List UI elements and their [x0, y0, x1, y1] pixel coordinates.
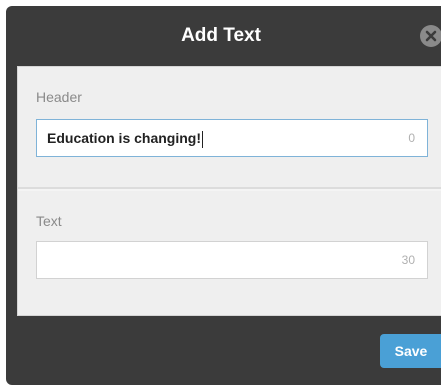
header-char-counter: 0: [408, 131, 415, 145]
header-input[interactable]: Education is changing! 0: [36, 119, 428, 157]
text-char-counter: 30: [401, 253, 415, 267]
header-label: Header: [36, 89, 82, 105]
add-text-dialog: Add Text Header Education is changing! 0…: [6, 6, 441, 385]
close-button[interactable]: [420, 25, 441, 47]
header-section: Header Education is changing! 0: [18, 67, 441, 189]
close-icon: [425, 30, 437, 42]
dialog-title: Add Text: [181, 25, 261, 46]
text-section: Text 30: [18, 191, 441, 315]
text-caret: [202, 130, 204, 148]
header-input-text: Education is changing!: [47, 130, 202, 146]
save-button[interactable]: Save: [380, 334, 441, 368]
text-input[interactable]: 30: [36, 241, 428, 279]
text-label: Text: [36, 213, 62, 229]
header-input-value: Education is changing!: [47, 120, 204, 156]
form-panel: Header Education is changing! 0 Text 30: [17, 66, 441, 316]
